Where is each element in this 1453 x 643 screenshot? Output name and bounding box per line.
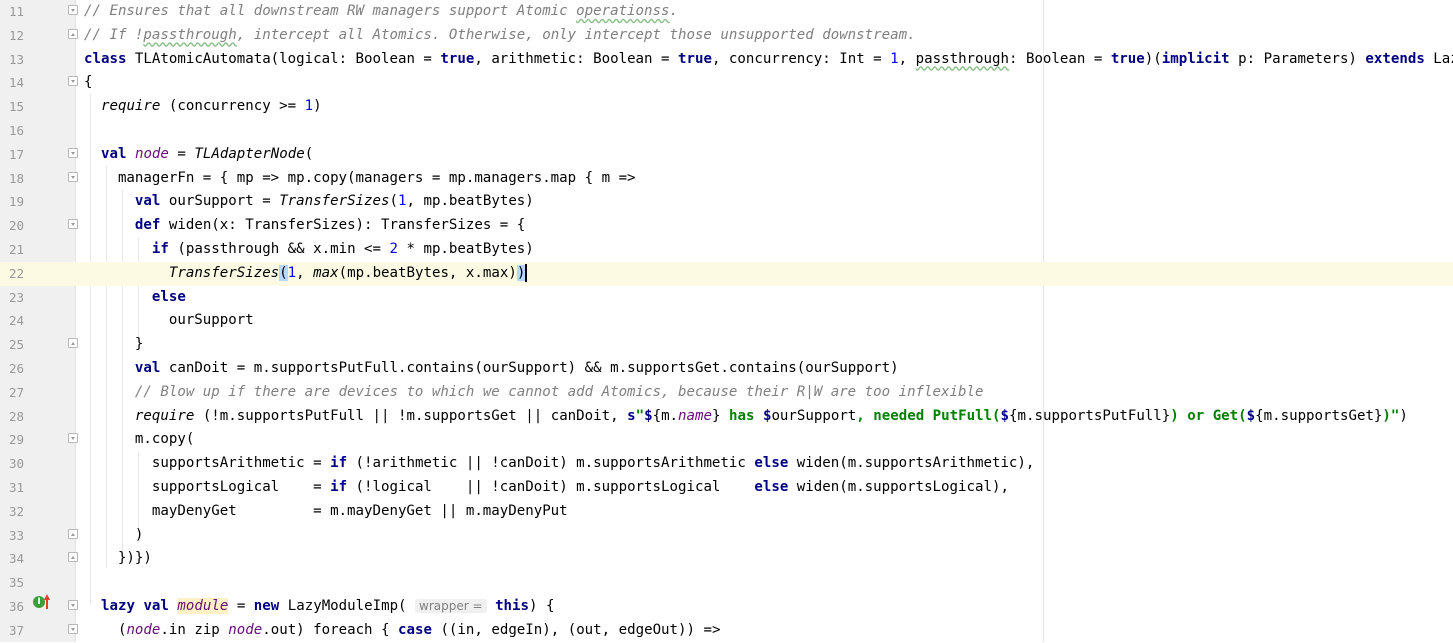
overrides-icon[interactable]: [44, 594, 50, 610]
code-line[interactable]: 31 supportsLogical = if (!logical || !ca…: [0, 476, 1453, 500]
code-text[interactable]: }: [84, 333, 144, 357]
code-line[interactable]: 16: [0, 119, 1453, 143]
line-number: 32: [8, 503, 24, 519]
line-number: 26: [8, 361, 24, 376]
line-number: 14: [8, 75, 24, 91]
code-text[interactable]: (node.in zip node.out) foreach { case ((…: [84, 619, 721, 643]
code-text[interactable]: require (!m.supportsPutFull || !m.suppor…: [84, 405, 1408, 429]
line-number: 30: [8, 456, 24, 472]
fold-open-icon[interactable]: [68, 219, 78, 230]
line-number: 17: [8, 146, 24, 162]
line-number: 12: [8, 27, 24, 43]
code-text[interactable]: val ourSupport = TransferSizes(1, mp.bea…: [84, 190, 534, 214]
code-line[interactable]: 13 class TLAtomicAutomata(logical: Boole…: [0, 48, 1453, 72]
code-line[interactable]: 33 ): [0, 524, 1453, 548]
code-line[interactable]: 37 (node.in zip node.out) foreach { case…: [0, 619, 1453, 643]
code-text[interactable]: })}): [84, 547, 152, 571]
code-text[interactable]: supportsLogical = if (!logical || !canDo…: [84, 476, 1009, 500]
code-line[interactable]: 25 }: [0, 333, 1453, 357]
code-text[interactable]: m.copy(: [84, 428, 194, 452]
line-number: 33: [8, 527, 24, 543]
line-number: 24: [8, 313, 24, 329]
fold-open-icon[interactable]: [68, 623, 78, 634]
code-line[interactable]: 23 else: [0, 286, 1453, 310]
code-line[interactable]: 11 // Ensures that all downstream RW man…: [0, 0, 1453, 24]
line-number: 34: [8, 551, 24, 567]
code-text[interactable]: class TLAtomicAutomata(logical: Boolean …: [84, 48, 1453, 72]
parameter-hint: wrapper =: [415, 599, 487, 613]
fold-close-icon[interactable]: [68, 552, 78, 563]
code-line[interactable]: 35: [0, 571, 1453, 595]
line-number: 31: [8, 480, 24, 495]
line-number: 19: [8, 194, 24, 210]
code-line[interactable]: 28 require (!m.supportsPutFull || !m.sup…: [0, 405, 1453, 429]
text-caret: [525, 263, 528, 282]
fold-open-icon[interactable]: [68, 76, 78, 87]
code-line[interactable]: 32 mayDenyGet = m.mayDenyGet || m.mayDen…: [0, 500, 1453, 524]
line-number: 23: [8, 289, 24, 305]
code-text[interactable]: ourSupport: [84, 309, 254, 333]
line-number: 29: [8, 432, 24, 448]
line-number: 11: [8, 4, 24, 19]
fold-close-icon[interactable]: [68, 28, 78, 39]
code-line[interactable]: 27 // Blow up if there are devices to wh…: [0, 381, 1453, 405]
fold-open-icon[interactable]: [68, 5, 78, 15]
code-text[interactable]: val canDoit = m.supportsPutFull.contains…: [84, 357, 899, 381]
line-number: 27: [8, 384, 24, 400]
code-text[interactable]: if (passthrough && x.min <= 2 * mp.beatB…: [84, 238, 534, 262]
code-line[interactable]: 34 })}): [0, 547, 1453, 571]
line-number: 36: [8, 599, 24, 614]
code-text[interactable]: lazy val module = new LazyModuleImp( wra…: [84, 595, 554, 619]
line-number: 37: [8, 622, 24, 638]
line-number: 20: [8, 218, 24, 234]
fold-open-icon[interactable]: [68, 147, 78, 158]
line-number: 13: [8, 51, 24, 67]
line-number: 18: [8, 170, 24, 186]
code-text[interactable]: TransferSizes(1, max(mp.beatBytes, x.max…: [84, 262, 528, 286]
code-text[interactable]: require (concurrency >= 1): [84, 95, 322, 119]
line-number: 28: [8, 408, 24, 424]
fold-open-icon[interactable]: [68, 171, 78, 182]
code-text[interactable]: managerFn = { mp => mp.copy(managers = m…: [84, 167, 636, 191]
code-line[interactable]: 19 val ourSupport = TransferSizes(1, mp.…: [0, 190, 1453, 214]
fold-open-icon[interactable]: [68, 600, 78, 610]
fold-close-icon[interactable]: [68, 338, 78, 349]
code-line[interactable]: 18 managerFn = { mp => mp.copy(managers …: [0, 167, 1453, 191]
code-line[interactable]: 20 def widen(x: TransferSizes): Transfer…: [0, 214, 1453, 238]
code-line-current[interactable]: 22 TransferSizes(1, max(mp.beatBytes, x.…: [0, 261, 1453, 286]
line-number: 25: [8, 337, 24, 353]
code-text[interactable]: else: [84, 286, 186, 310]
fold-open-icon[interactable]: [68, 433, 78, 444]
code-text[interactable]: def widen(x: TransferSizes): TransferSiz…: [84, 214, 525, 238]
code-text[interactable]: // Ensures that all downstream RW manage…: [84, 0, 678, 24]
line-number: 15: [8, 99, 24, 115]
code-line[interactable]: 17 val node = TLAdapterNode(: [0, 143, 1453, 167]
code-line[interactable]: 36 lazy val module = new LazyModuleImp( …: [0, 595, 1453, 619]
code-text[interactable]: mayDenyGet = m.mayDenyGet || m.mayDenyPu…: [84, 500, 568, 524]
line-number: 21: [8, 242, 24, 257]
line-number: 16: [8, 123, 24, 138]
code-line[interactable]: 12 // If !passthrough, intercept all Ato…: [0, 24, 1453, 48]
code-text[interactable]: {: [84, 71, 93, 95]
code-line[interactable]: 15 require (concurrency >= 1): [0, 95, 1453, 119]
fold-close-icon[interactable]: [68, 528, 78, 539]
code-text[interactable]: val node = TLAdapterNode(: [84, 143, 313, 167]
line-number: 35: [8, 575, 24, 591]
code-text[interactable]: ): [84, 524, 144, 548]
code-line[interactable]: 14 {: [0, 71, 1453, 95]
code-line[interactable]: 30 supportsArithmetic = if (!arithmetic …: [0, 452, 1453, 476]
code-text[interactable]: // Blow up if there are devices to which…: [84, 381, 984, 405]
code-line[interactable]: 29 m.copy(: [0, 428, 1453, 452]
code-line[interactable]: 26 val canDoit = m.supportsPutFull.conta…: [0, 357, 1453, 381]
line-number: 22: [8, 265, 24, 281]
code-line[interactable]: 24 ourSupport: [0, 309, 1453, 333]
code-text[interactable]: supportsArithmetic = if (!arithmetic || …: [84, 452, 1035, 476]
code-text[interactable]: // If !passthrough, intercept all Atomic…: [84, 24, 916, 48]
code-line[interactable]: 21 if (passthrough && x.min <= 2 * mp.be…: [0, 238, 1453, 262]
